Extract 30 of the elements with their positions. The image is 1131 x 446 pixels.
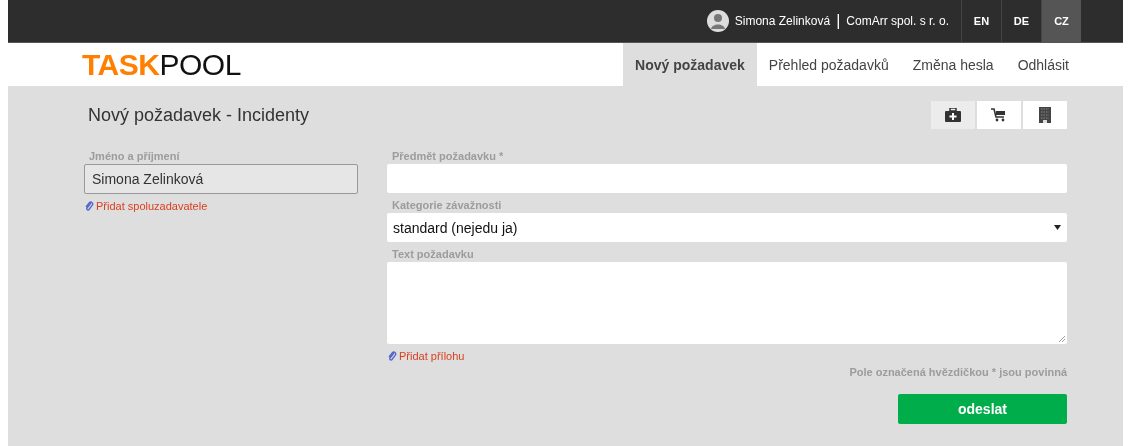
category-button[interactable] [977,101,1021,129]
field-label: Text požadavku [392,248,475,260]
name-field[interactable]: Simona Zelinková [84,164,358,194]
language-tab[interactable]: EN [961,0,1001,42]
paperclip-icon [84,201,94,211]
nav-tab[interactable]: Přehled požadavků [756,43,901,86]
category-button[interactable] [1023,101,1067,129]
taskpool-logo: TASKPOOL [82,46,241,83]
nav-tab[interactable]: Odhlásit [1005,43,1081,86]
field-label: Kategorie závažnosti [392,199,503,211]
building-icon [1039,107,1051,123]
user-avatar-icon [706,10,729,32]
company-name: ComArr spol. s r. o. [846,14,949,28]
dropdown-caret-icon [1054,225,1061,230]
user-name: Simona Zelinková [734,14,831,28]
category-button[interactable] [931,101,975,129]
page-title: Nový požadavek - Incidenty [88,104,310,126]
paperclip-icon [387,351,397,361]
subject-field[interactable] [387,164,1067,193]
resize-handle-icon [1059,336,1065,342]
medkit-icon [945,108,961,122]
nav-tab[interactable]: Změna hesla [900,43,1006,86]
severity-select[interactable]: standard (nejedu ja) [387,213,1067,242]
field-label: Předmět požadavku * [392,150,505,162]
cart-icon [991,108,1007,122]
nav-tab[interactable]: Nový požadavek [623,43,757,86]
field-label: Jméno a příjmení [89,150,181,162]
required-fields-note: Pole označená hvězdičkou * jsou povinná [849,366,1067,378]
language-tab[interactable]: CZ [1041,0,1081,42]
separator: | [836,12,841,30]
